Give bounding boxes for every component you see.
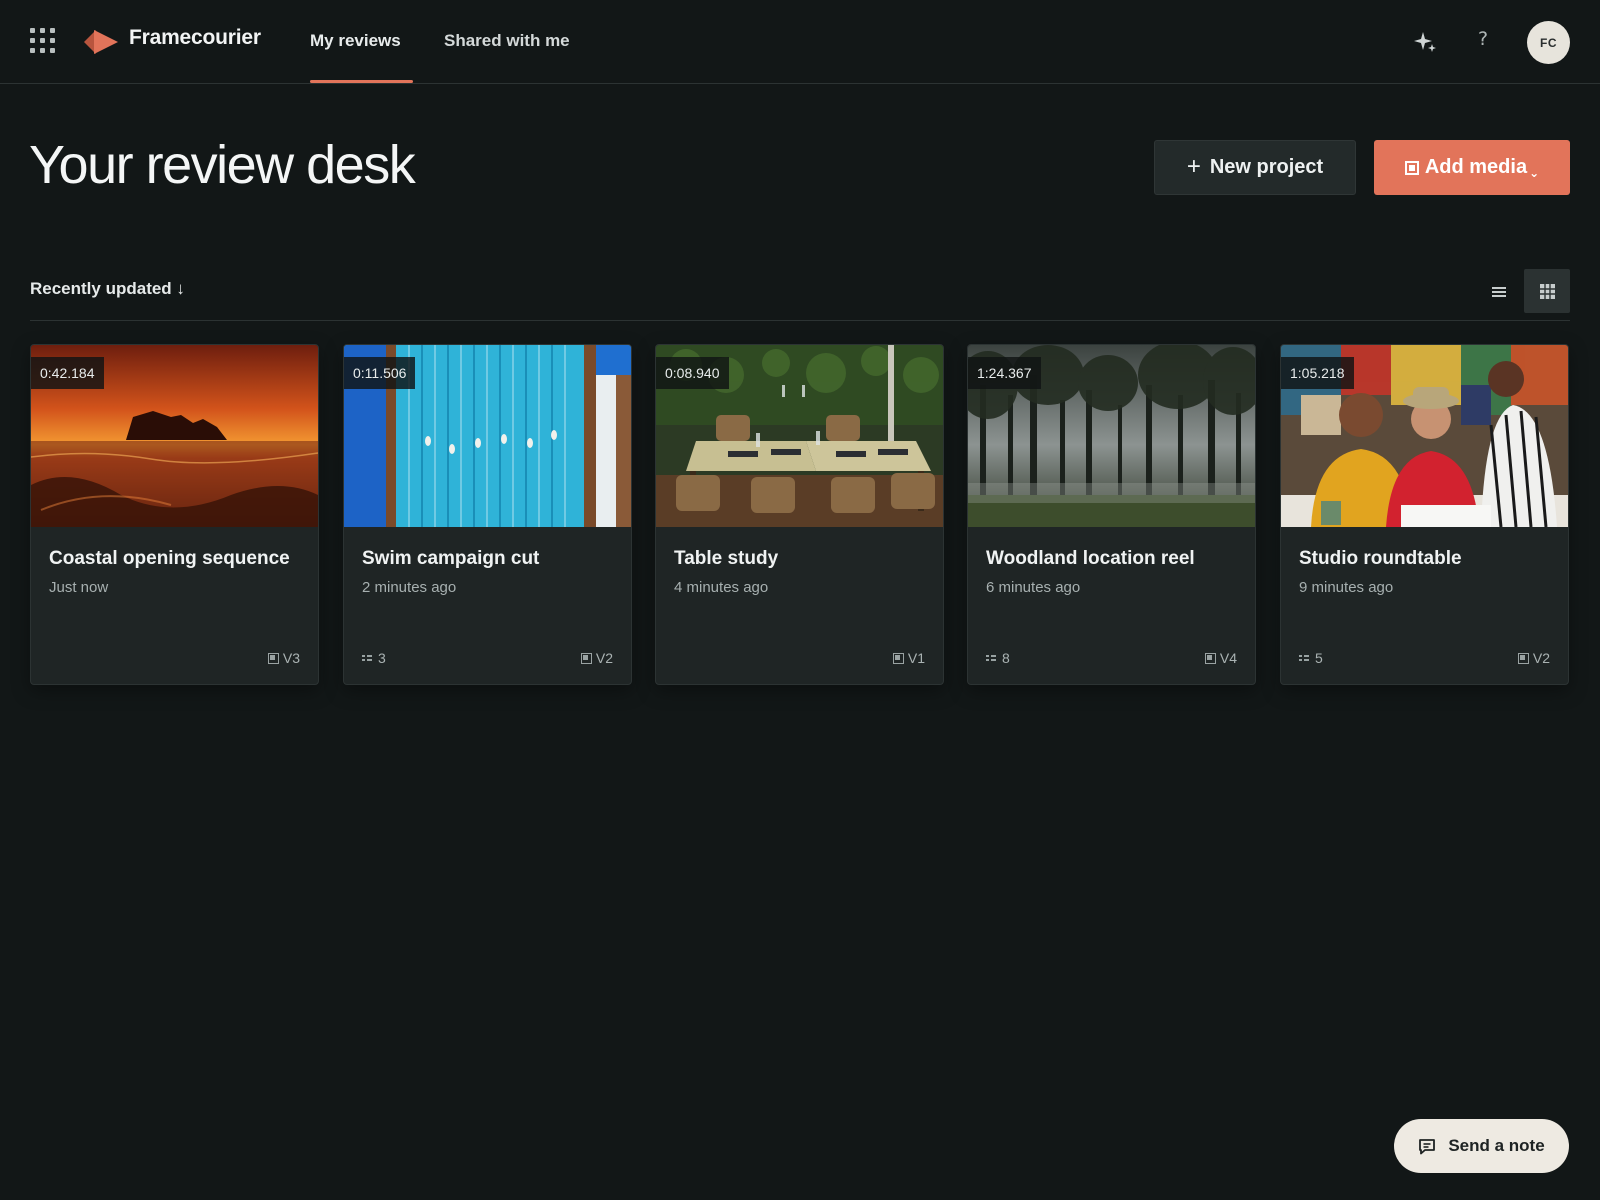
card-title: Woodland location reel xyxy=(986,548,1195,569)
comment-count-label: 5 xyxy=(1315,650,1323,666)
version-badge: V3 xyxy=(267,650,300,666)
add-media-label: Add media xyxy=(1424,156,1528,178)
media-icon xyxy=(1404,160,1419,175)
version-label: V3 xyxy=(282,650,300,666)
version-icon xyxy=(1204,652,1216,664)
duration-badge: 1:05.218 xyxy=(1281,357,1354,389)
card-title: Coastal opening sequence xyxy=(49,548,290,569)
version-icon xyxy=(267,652,279,664)
thumbnail-pool-aerial: 0:11.506 xyxy=(344,345,631,527)
project-card[interactable]: 0:08.940 Table study 4 minutes ago V1 xyxy=(655,344,944,685)
thumbnail-studio-people: 1:05.218 xyxy=(1281,345,1568,527)
comment-count-label: 3 xyxy=(378,650,386,666)
comments-icon xyxy=(1299,653,1309,663)
app-grid-icon[interactable] xyxy=(30,28,56,54)
thumbnail-misty-forest: 1:24.367 xyxy=(968,345,1255,527)
brand-name[interactable]: Framecourier xyxy=(129,26,261,50)
plus-icon: + xyxy=(1186,152,1201,180)
chat-bubble-icon xyxy=(1419,1138,1436,1154)
version-badge: V4 xyxy=(1204,650,1237,666)
version-icon xyxy=(580,652,592,664)
comments-icon xyxy=(986,653,996,663)
card-updated: 2 minutes ago xyxy=(362,579,457,596)
version-badge: V1 xyxy=(892,650,925,666)
list-icon xyxy=(1492,287,1506,297)
duration-badge: 0:08.940 xyxy=(656,357,729,389)
version-label: V1 xyxy=(907,650,925,666)
top-bar: Framecourier My reviews Shared with me ?… xyxy=(0,0,1600,84)
comment-count: 5 xyxy=(1299,650,1323,666)
avatar[interactable]: FC xyxy=(1527,21,1570,64)
comment-count-label: 8 xyxy=(1002,650,1010,666)
send-note-button[interactable]: Send a note xyxy=(1394,1119,1569,1173)
comment-count: 8 xyxy=(986,650,1010,666)
tab-shared-with-me[interactable]: Shared with me xyxy=(444,31,570,51)
tab-my-reviews[interactable]: My reviews xyxy=(310,31,401,51)
card-updated: Just now xyxy=(49,579,109,596)
logo-icon xyxy=(84,30,118,54)
chevron-down-icon: ⌄ xyxy=(1529,165,1540,180)
card-updated: 9 minutes ago xyxy=(1299,579,1394,596)
duration-badge: 0:11.506 xyxy=(344,357,416,389)
card-title: Swim campaign cut xyxy=(362,548,540,569)
version-icon xyxy=(892,652,904,664)
grid-view-button[interactable] xyxy=(1524,269,1570,313)
comment-count: 3 xyxy=(362,650,386,666)
active-tab-indicator xyxy=(310,80,413,83)
project-card[interactable]: 0:42.184 Coastal opening sequence Just n… xyxy=(30,344,319,685)
duration-badge: 1:24.367 xyxy=(968,357,1041,389)
grid-icon xyxy=(1539,283,1555,299)
project-card[interactable]: 0:11.506 Swim campaign cut 2 minutes ago… xyxy=(343,344,632,685)
project-card[interactable]: 1:24.367 Woodland location reel 6 minute… xyxy=(967,344,1256,685)
version-label: V4 xyxy=(1219,650,1237,666)
new-project-button[interactable]: + New project xyxy=(1154,140,1356,195)
version-badge: V2 xyxy=(580,650,613,666)
sparkle-icon[interactable] xyxy=(1413,29,1437,53)
card-title: Table study xyxy=(674,548,779,569)
project-card[interactable]: 1:05.218 Studio roundtable 9 minutes ago… xyxy=(1280,344,1569,685)
list-view-button[interactable] xyxy=(1479,272,1519,312)
card-title: Studio roundtable xyxy=(1299,548,1462,569)
section-divider xyxy=(30,320,1570,321)
help-icon[interactable]: ? xyxy=(1478,28,1488,50)
comments-icon xyxy=(362,653,372,663)
version-badge: V2 xyxy=(1517,650,1550,666)
card-updated: 4 minutes ago xyxy=(674,579,769,596)
card-updated: 6 minutes ago xyxy=(986,579,1081,596)
sort-dropdown[interactable]: Recently updated ↓ xyxy=(30,279,185,299)
version-icon xyxy=(1517,652,1529,664)
thumbnail-restaurant-terrace: 0:08.940 xyxy=(656,345,943,527)
version-label: V2 xyxy=(1532,650,1550,666)
thumbnail-sunset-coast: 0:42.184 xyxy=(31,345,318,527)
new-project-label: New project xyxy=(1209,156,1324,178)
add-media-button[interactable]: Add media ⌄ xyxy=(1374,140,1570,195)
duration-badge: 0:42.184 xyxy=(31,357,104,389)
send-note-label: Send a note xyxy=(1448,1136,1545,1155)
page-title: Your review desk xyxy=(29,135,416,195)
version-label: V2 xyxy=(595,650,613,666)
